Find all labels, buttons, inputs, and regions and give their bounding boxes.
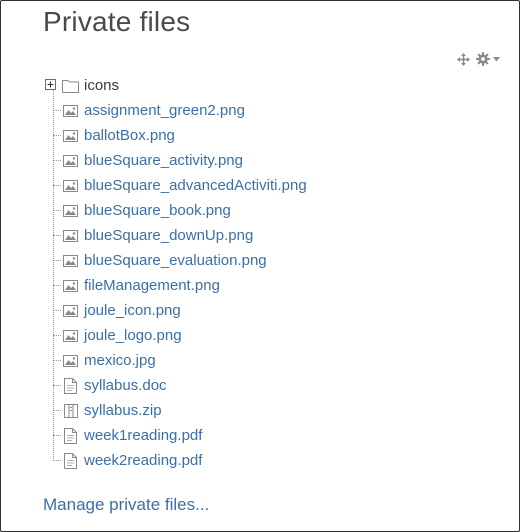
document-file-icon xyxy=(62,452,79,469)
tree-branch-line xyxy=(53,310,61,311)
tree-folder-icons[interactable]: icons xyxy=(41,73,481,98)
file-link[interactable]: blueSquare_advancedActiviti.png xyxy=(84,176,307,195)
file-item[interactable]: assignment_green2.png xyxy=(41,98,481,123)
tree-branch-line xyxy=(53,335,61,336)
image-file-icon xyxy=(62,152,79,169)
image-file-icon xyxy=(62,202,79,219)
chevron-down-icon xyxy=(493,56,500,62)
file-link[interactable]: week1reading.pdf xyxy=(84,426,202,445)
manage-private-files-link[interactable]: Manage private files... xyxy=(43,495,209,515)
file-item[interactable]: joule_logo.png xyxy=(41,323,481,348)
image-file-icon xyxy=(62,352,79,369)
private-files-block: Private files icons assignment_green2.pn… xyxy=(0,0,520,532)
tree-branch-line xyxy=(53,235,61,236)
actions-menu-button[interactable] xyxy=(476,52,500,66)
block-controls xyxy=(457,52,500,66)
document-file-icon xyxy=(62,427,79,444)
file-link[interactable]: blueSquare_activity.png xyxy=(84,151,243,170)
gear-icon xyxy=(476,52,490,66)
tree-branch-line xyxy=(53,360,61,361)
image-file-icon xyxy=(62,177,79,194)
file-item[interactable]: blueSquare_evaluation.png xyxy=(41,248,481,273)
file-item[interactable]: blueSquare_downUp.png xyxy=(41,223,481,248)
file-link[interactable]: joule_icon.png xyxy=(84,301,181,320)
file-link[interactable]: blueSquare_book.png xyxy=(84,201,231,220)
tree-branch-line xyxy=(53,135,61,136)
image-file-icon xyxy=(62,102,79,119)
tree-branch-line xyxy=(53,110,61,111)
file-item[interactable]: fileManagement.png xyxy=(41,273,481,298)
tree-branch-line xyxy=(53,210,61,211)
file-link[interactable]: joule_logo.png xyxy=(84,326,182,345)
tree-branch-line xyxy=(53,410,61,411)
tree-branch-line xyxy=(53,435,61,436)
archive-file-icon xyxy=(62,402,79,419)
file-link[interactable]: syllabus.zip xyxy=(84,401,162,420)
image-file-icon xyxy=(62,127,79,144)
tree-branch-line xyxy=(53,460,61,461)
image-file-icon xyxy=(62,277,79,294)
file-item[interactable]: mexico.jpg xyxy=(41,348,481,373)
tree-branch-line xyxy=(53,260,61,261)
file-item[interactable]: blueSquare_advancedActiviti.png xyxy=(41,173,481,198)
folder-name: icons xyxy=(84,77,120,94)
tree-branch-line xyxy=(53,160,61,161)
file-item[interactable]: blueSquare_book.png xyxy=(41,198,481,223)
file-link[interactable]: mexico.jpg xyxy=(84,351,156,370)
file-item[interactable]: blueSquare_activity.png xyxy=(41,148,481,173)
tree-branch-line xyxy=(53,185,61,186)
file-link[interactable]: syllabus.doc xyxy=(84,376,167,395)
file-link[interactable]: fileManagement.png xyxy=(84,276,220,295)
file-item[interactable]: joule_icon.png xyxy=(41,298,481,323)
file-item[interactable]: ballotBox.png xyxy=(41,123,481,148)
file-tree: icons assignment_green2.png ballotBox.png… xyxy=(41,73,481,471)
file-link[interactable]: assignment_green2.png xyxy=(84,101,245,120)
folder-icon xyxy=(62,77,79,94)
tree-branch-line xyxy=(53,385,61,386)
move-icon[interactable] xyxy=(457,52,470,66)
file-link[interactable]: blueSquare_evaluation.png xyxy=(84,251,267,270)
block-title: Private files xyxy=(43,6,191,37)
image-file-icon xyxy=(62,302,79,319)
image-file-icon xyxy=(62,252,79,269)
file-item[interactable]: week2reading.pdf xyxy=(41,448,481,473)
tree-branch-line xyxy=(53,285,61,286)
file-item[interactable]: syllabus.doc xyxy=(41,373,481,398)
file-link[interactable]: blueSquare_downUp.png xyxy=(84,226,253,245)
file-link[interactable]: week2reading.pdf xyxy=(84,451,202,470)
file-link[interactable]: ballotBox.png xyxy=(84,126,175,145)
file-item[interactable]: week1reading.pdf xyxy=(41,423,481,448)
image-file-icon xyxy=(62,227,79,244)
file-item[interactable]: syllabus.zip xyxy=(41,398,481,423)
plus-expander-icon[interactable] xyxy=(45,79,56,90)
image-file-icon xyxy=(62,327,79,344)
document-file-icon xyxy=(62,377,79,394)
